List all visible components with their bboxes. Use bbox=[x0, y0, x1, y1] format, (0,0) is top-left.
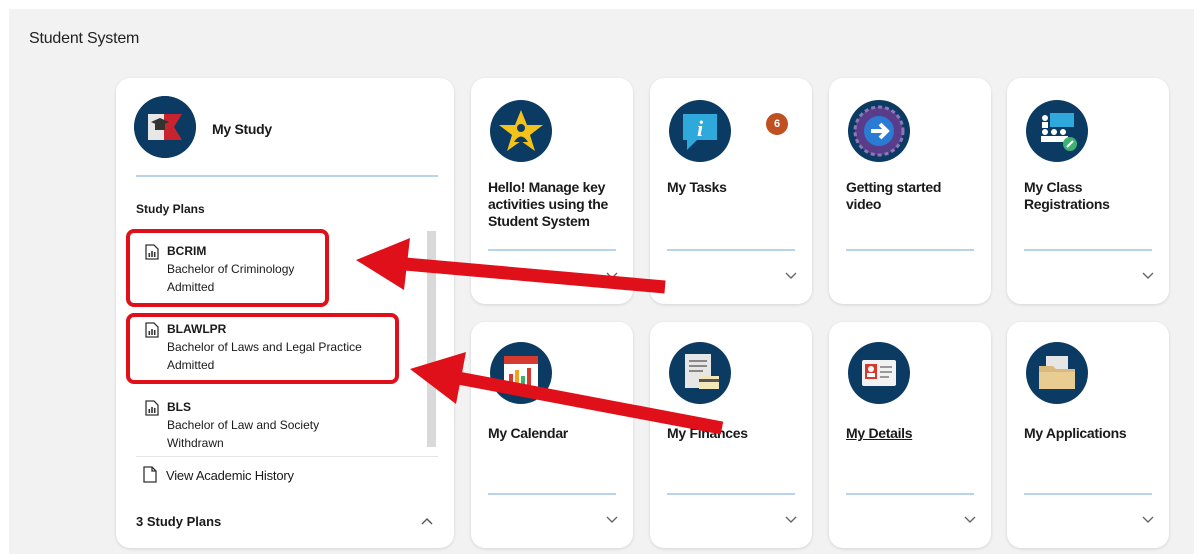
chevron-down-icon[interactable] bbox=[605, 271, 619, 281]
tile-my-finances[interactable]: My Finances bbox=[650, 322, 812, 548]
divider bbox=[667, 493, 795, 495]
calendar-chart-icon bbox=[490, 342, 552, 404]
info-bubble-icon: i bbox=[669, 100, 731, 162]
tile-getting-started[interactable]: Getting started video bbox=[829, 78, 991, 304]
divider bbox=[1024, 249, 1152, 251]
tile-label: My Finances bbox=[667, 425, 748, 441]
invoice-card-icon bbox=[669, 342, 731, 404]
divider bbox=[1024, 493, 1152, 495]
chevron-down-icon[interactable] bbox=[963, 515, 977, 525]
chevron-down-icon[interactable] bbox=[605, 515, 619, 525]
divider bbox=[667, 249, 795, 251]
chevron-down-icon[interactable] bbox=[784, 515, 798, 525]
tile-my-calendar[interactable]: My Calendar bbox=[471, 322, 633, 548]
tile-label: Hello! Manage key activities using the S… bbox=[488, 179, 609, 229]
plan-code: BLS bbox=[167, 400, 191, 414]
tile-label: My Calendar bbox=[488, 425, 568, 441]
tile-label: Getting started video bbox=[846, 179, 942, 212]
folder-icon bbox=[1026, 342, 1088, 404]
view-academic-history-link[interactable]: View Academic History bbox=[166, 468, 294, 483]
divider bbox=[136, 456, 438, 457]
chevron-up-icon[interactable] bbox=[420, 516, 434, 526]
star-person-icon bbox=[490, 100, 552, 162]
scrollbar[interactable] bbox=[427, 231, 436, 447]
study-plans-count: 3 Study Plans bbox=[136, 514, 222, 529]
tile-label: My Applications bbox=[1024, 425, 1127, 441]
document-chart-icon bbox=[145, 400, 159, 416]
divider bbox=[846, 249, 974, 251]
tile-my-tasks[interactable]: i 6 My Tasks bbox=[650, 78, 812, 304]
my-study-title: My Study bbox=[212, 121, 272, 137]
tile-label[interactable]: My Details bbox=[846, 425, 979, 442]
divider bbox=[136, 175, 438, 177]
divider bbox=[846, 493, 974, 495]
tile-welcome[interactable]: Hello! Manage key activities using the S… bbox=[471, 78, 633, 304]
tile-my-details[interactable]: My Details bbox=[829, 322, 991, 548]
class-group-icon bbox=[1026, 100, 1088, 162]
document-icon bbox=[143, 466, 157, 483]
tile-class-registrations[interactable]: My Class Registrations bbox=[1007, 78, 1169, 304]
highlight-box-blawlpr bbox=[126, 313, 399, 384]
my-study-icon bbox=[134, 96, 196, 158]
tile-label: My Class Registrations bbox=[1024, 179, 1110, 212]
chevron-down-icon[interactable] bbox=[1141, 271, 1155, 281]
chevron-down-icon[interactable] bbox=[784, 271, 798, 281]
highlight-box-bcrim bbox=[126, 229, 329, 307]
tile-label: My Tasks bbox=[667, 179, 727, 195]
study-plan-bls[interactable]: BLS Bachelor of Law and Society Withdraw… bbox=[136, 398, 426, 454]
divider bbox=[488, 493, 616, 495]
plan-status: Withdrawn bbox=[167, 436, 224, 450]
plan-name: Bachelor of Law and Society bbox=[167, 418, 320, 432]
study-plans-heading: Study Plans bbox=[136, 202, 205, 216]
arrow-gear-icon bbox=[848, 100, 910, 162]
page-title: Student System bbox=[29, 30, 140, 47]
id-card-icon bbox=[848, 342, 910, 404]
task-count-badge: 6 bbox=[766, 113, 788, 135]
svg-text:i: i bbox=[697, 116, 704, 141]
chevron-down-icon[interactable] bbox=[1141, 515, 1155, 525]
tile-my-applications[interactable]: My Applications bbox=[1007, 322, 1169, 548]
divider bbox=[488, 249, 616, 251]
